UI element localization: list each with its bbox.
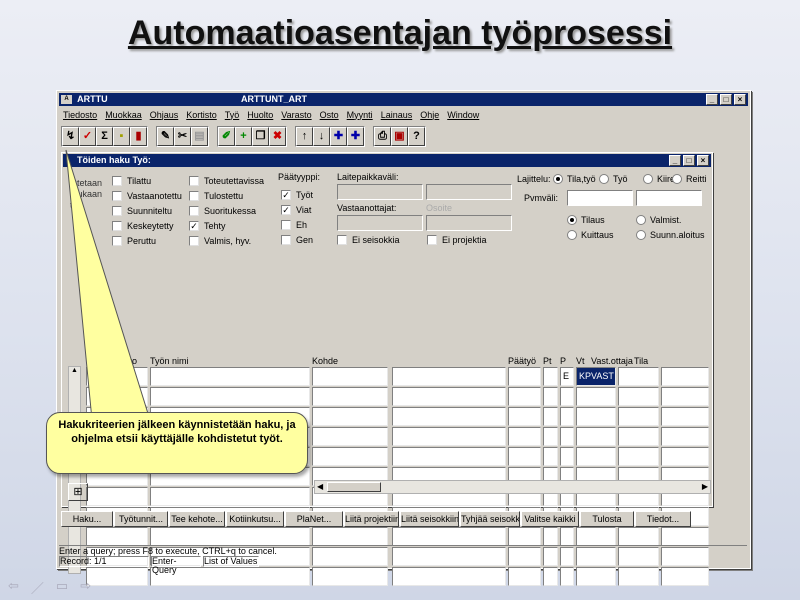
menu-icon[interactable]: ▭	[56, 578, 68, 597]
callout-pointer	[65, 149, 151, 421]
slide-nav: ⇦ ／ ▭ ⇨	[8, 578, 91, 597]
callout-text: Hakukriteerien jälkeen käynnistetään hak…	[58, 419, 296, 445]
back-icon[interactable]: ⇦	[8, 578, 19, 597]
forward-icon[interactable]: ⇨	[80, 578, 91, 597]
callout-bubble: Hakukriteerien jälkeen käynnistetään hak…	[46, 412, 308, 474]
pen-icon[interactable]: ／	[31, 578, 44, 597]
